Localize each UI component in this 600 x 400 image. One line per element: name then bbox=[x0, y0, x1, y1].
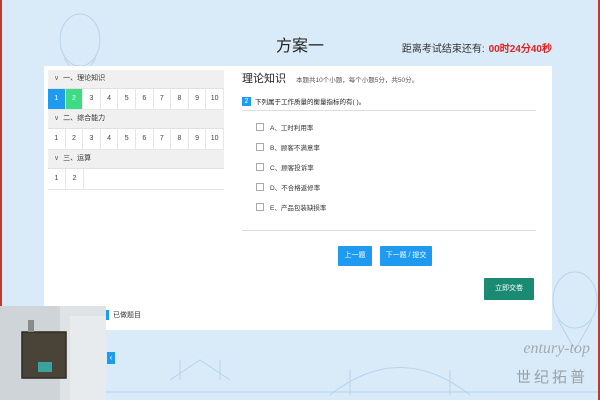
option-label: C、顾客投诉率 bbox=[270, 165, 314, 172]
question-number-button[interactable]: 8 bbox=[171, 129, 189, 149]
question-number-button[interactable]: 2 bbox=[65, 89, 84, 109]
question-number-button[interactable]: 6 bbox=[136, 89, 154, 109]
question-number-button[interactable]: 8 bbox=[171, 89, 189, 109]
question-navigator: ∨ 一、理论知识 1 2 3 4 5 6 7 8 9 10 ∨ 二、综合能力 1 2… bbox=[48, 70, 224, 190]
option-label: D、不合格返修率 bbox=[270, 185, 321, 192]
question-panel: 理论知识 本题共10个小题，每个小题5分，共50分。 2 下列属于工作质量的衡量… bbox=[242, 70, 542, 300]
header: 方案一 距离考试结束还有: 00时24分40秒 bbox=[0, 0, 600, 64]
chevron-down-icon: ∨ bbox=[54, 75, 60, 82]
question-number-button[interactable]: 7 bbox=[154, 129, 172, 149]
section-title: 二、综合能力 bbox=[63, 115, 106, 122]
answered-legend-label: 已做题目 bbox=[113, 312, 141, 319]
answered-legend: 已做题目 bbox=[104, 310, 141, 320]
question-number-button[interactable]: 5 bbox=[118, 129, 136, 149]
question-number-button[interactable]: 4 bbox=[101, 89, 119, 109]
previous-question-button[interactable]: 上一题 bbox=[338, 246, 372, 266]
section-description: 本题共10个小题，每个小题5分，共50分。 bbox=[296, 77, 419, 84]
chevron-down-icon: ∨ bbox=[54, 115, 60, 122]
question-number-button[interactable]: 10 bbox=[206, 129, 224, 149]
answer-option[interactable]: A、工时利用率 bbox=[242, 117, 542, 137]
question-number-button[interactable]: 5 bbox=[118, 89, 136, 109]
option-label: A、工时利用率 bbox=[270, 125, 314, 132]
next-question-button[interactable]: 下一题 / 提交 bbox=[380, 246, 432, 266]
option-checkbox[interactable] bbox=[256, 163, 264, 171]
divider bbox=[242, 230, 536, 231]
option-checkbox[interactable] bbox=[256, 123, 264, 131]
question-number-button[interactable]: 1 bbox=[48, 89, 66, 109]
question-number-button[interactable]: 7 bbox=[154, 89, 172, 109]
option-checkbox[interactable] bbox=[256, 143, 264, 151]
section-header-theory[interactable]: ∨ 一、理论知识 bbox=[48, 70, 224, 89]
question-number-row: 1 2 3 4 5 6 7 8 9 10 bbox=[48, 129, 224, 150]
chevron-left-icon[interactable]: ‹ bbox=[107, 352, 115, 364]
answer-option[interactable]: C、顾客投诉率 bbox=[242, 157, 542, 177]
answer-options: A、工时利用率 B、顾客不满意率 C、顾客投诉率 D、不合格返修率 E、产品包装… bbox=[242, 117, 542, 217]
watermark-chinese: 世纪拓普 bbox=[515, 368, 588, 386]
section-header-ability[interactable]: ∨ 二、综合能力 bbox=[48, 110, 224, 129]
option-checkbox[interactable] bbox=[256, 183, 264, 191]
answer-option[interactable]: B、顾客不满意率 bbox=[242, 137, 542, 157]
option-label: B、顾客不满意率 bbox=[270, 145, 320, 152]
option-checkbox[interactable] bbox=[256, 203, 264, 211]
timer-value: 00时24分40秒 bbox=[488, 44, 552, 55]
question-text: 下列属于工作质量的衡量指标的有( )。 bbox=[255, 99, 366, 106]
watermark-logo: entury-top 世纪拓普 bbox=[480, 340, 592, 394]
answer-option[interactable]: D、不合格返修率 bbox=[242, 177, 542, 197]
section-title: 一、理论知识 bbox=[63, 75, 106, 82]
chevron-down-icon: ∨ bbox=[54, 155, 60, 162]
question-number-button[interactable]: 3 bbox=[83, 129, 101, 149]
watermark-english: entury-top bbox=[523, 340, 590, 357]
question-number-button[interactable]: 6 bbox=[136, 129, 154, 149]
section-heading: 理论知识 本题共10个小题，每个小题5分，共50分。 bbox=[242, 70, 542, 86]
question-number-button[interactable]: 1 bbox=[48, 169, 66, 189]
section-header-calculation[interactable]: ∨ 三、运算 bbox=[48, 150, 224, 169]
timer-label: 距离考试结束还有: bbox=[401, 44, 485, 55]
question-number-badge: 2 bbox=[242, 96, 251, 106]
webcam-image bbox=[0, 306, 106, 400]
webcam-preview bbox=[0, 306, 106, 400]
option-label: E、产品包装缺损率 bbox=[270, 205, 327, 212]
question-number-button[interactable]: 4 bbox=[101, 129, 119, 149]
question-number-button[interactable]: 9 bbox=[189, 129, 207, 149]
submit-exam-button[interactable]: 立即交卷 bbox=[484, 278, 534, 300]
question-number-button[interactable]: 1 bbox=[48, 129, 66, 149]
question-number-button[interactable]: 10 bbox=[206, 89, 224, 109]
question-number-button[interactable]: 9 bbox=[189, 89, 207, 109]
question-number-button[interactable]: 2 bbox=[66, 169, 84, 189]
section-title: 三、运算 bbox=[63, 155, 92, 162]
question-number-button[interactable]: 2 bbox=[66, 129, 84, 149]
question-number-row: 1 2 3 4 5 6 7 8 9 10 bbox=[48, 89, 224, 110]
question-number-row: 1 2 bbox=[48, 169, 224, 190]
question-number-button[interactable]: 3 bbox=[83, 89, 101, 109]
divider bbox=[242, 110, 536, 111]
answer-option[interactable]: E、产品包装缺损率 bbox=[242, 197, 542, 217]
exam-title: 方案一 bbox=[275, 38, 324, 55]
section-heading-title: 理论知识 bbox=[242, 73, 286, 85]
question-header: 2 下列属于工作质量的衡量指标的有( )。 bbox=[242, 96, 542, 106]
countdown-timer: 距离考试结束还有: 00时24分40秒 bbox=[402, 40, 552, 55]
